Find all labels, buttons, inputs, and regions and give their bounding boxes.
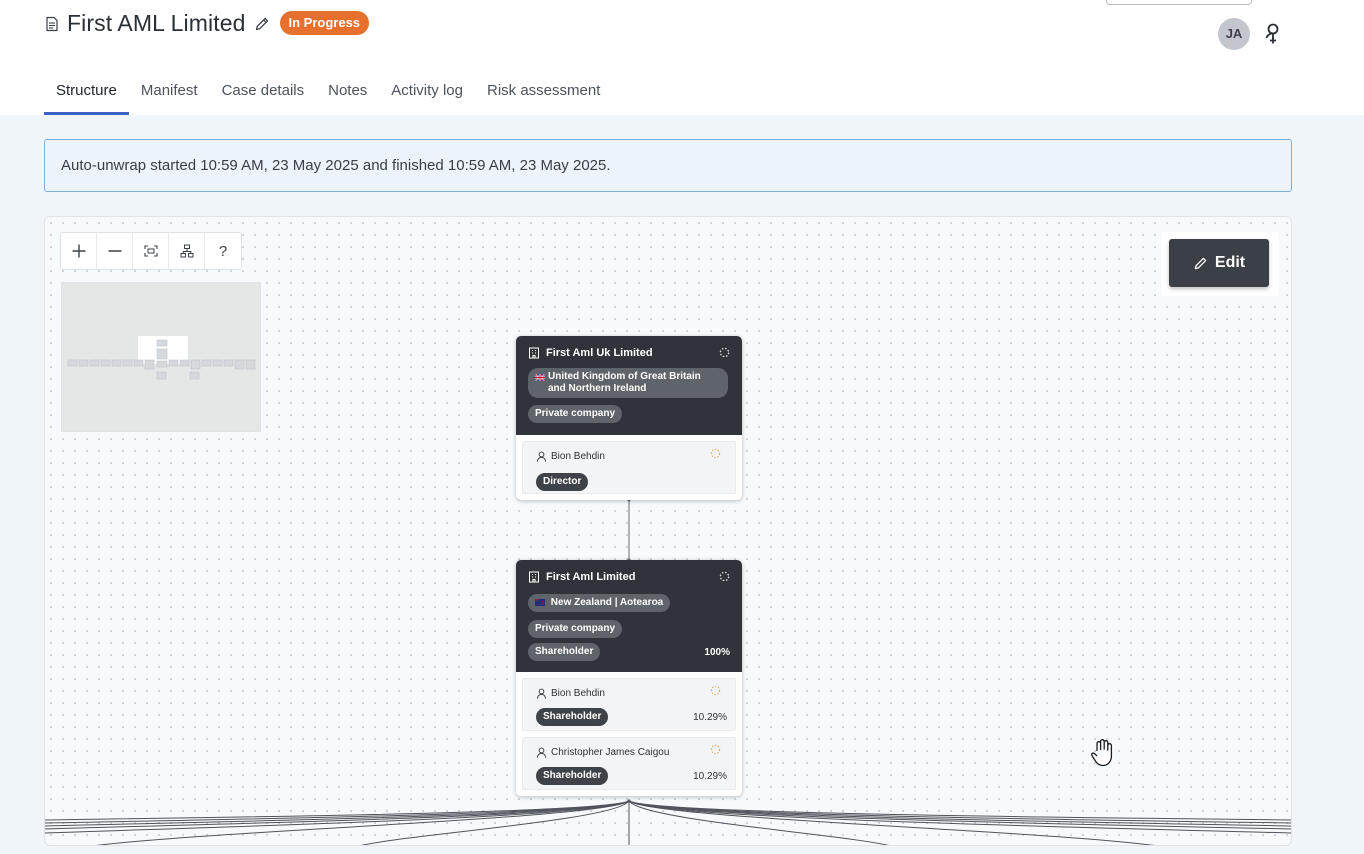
zoom-in-button[interactable] <box>61 233 97 269</box>
auto-layout-icon <box>180 244 193 258</box>
zoom-out-icon <box>108 250 121 252</box>
help-button[interactable]: ? <box>205 233 241 269</box>
person-name-row: Bion Behdin <box>536 686 727 701</box>
title-row: First AML Limited In Progress <box>44 8 370 38</box>
edit-button-wrapper: Edit <box>1161 232 1279 296</box>
type-row: Private company <box>528 403 730 423</box>
building-icon <box>529 571 539 582</box>
top-search-field[interactable] <box>1106 0 1252 5</box>
loading-spinner-icon <box>710 685 721 696</box>
country-row: United Kingdom of Great Britain and Nort… <box>528 368 730 398</box>
type-row: Private company <box>528 618 730 638</box>
avatar[interactable]: JA <box>1218 18 1250 50</box>
loading-spinner-icon <box>719 347 730 358</box>
edit-button[interactable]: Edit <box>1169 239 1269 287</box>
page-header: First AML Limited In Progress JA Structu… <box>0 0 1364 115</box>
auto-unwrap-banner: Auto-unwrap started 10:59 AM, 23 May 202… <box>44 139 1292 192</box>
help-icon: ? <box>218 242 228 260</box>
role-pill: Director <box>536 473 589 491</box>
role-pill: Shareholder <box>536 767 609 785</box>
pencil-icon[interactable] <box>254 16 270 32</box>
country-name: New Zealand | Aotearoa <box>550 597 664 608</box>
person-icon <box>536 451 547 462</box>
entity-title-row: First Aml Limited <box>528 568 730 585</box>
minimap-diagram <box>67 336 256 380</box>
tab-activity-log[interactable]: Activity log <box>379 70 475 115</box>
ownership-percentage: 10.29% <box>693 770 727 782</box>
ownership-percentage: 10.29% <box>693 711 727 723</box>
person-name: Bion Behdin <box>551 451 605 462</box>
building-icon <box>529 347 539 358</box>
status-badge: In Progress <box>279 11 370 35</box>
uk-flag-icon <box>535 374 545 381</box>
person-row[interactable]: Bion Behdin Director <box>522 441 736 494</box>
zoom-out-button[interactable] <box>97 233 133 269</box>
person-icon <box>536 688 547 699</box>
relation-percentage: 100% <box>704 646 730 658</box>
tab-structure[interactable]: Structure <box>44 70 129 115</box>
tab-risk-assessment[interactable]: Risk assessment <box>475 70 612 115</box>
entity-name: First Aml Limited <box>546 570 636 583</box>
minimap[interactable] <box>61 282 261 432</box>
person-name: Bion Behdin <box>551 688 605 699</box>
role-pill: Shareholder <box>536 708 609 726</box>
nz-flag-icon <box>535 599 545 606</box>
assign-user-icon[interactable] <box>1262 21 1284 47</box>
country-pill: New Zealand | Aotearoa <box>528 594 671 612</box>
person-row[interactable]: Christopher James Caigou Shareholder 10.… <box>522 737 736 790</box>
loading-spinner-icon <box>710 448 721 459</box>
person-name-row: Christopher James Caigou <box>536 745 727 760</box>
country-name: United Kingdom of Great Britain and Nort… <box>548 371 701 394</box>
fit-view-icon <box>143 245 158 257</box>
person-name: Christopher James Caigou <box>551 747 670 758</box>
pencil-icon <box>1194 257 1207 269</box>
structure-canvas[interactable]: ? Edit First Aml Uk Limited United Kingd… <box>44 216 1292 846</box>
zoom-in-icon <box>72 244 85 258</box>
person-name-row: Bion Behdin <box>536 449 727 464</box>
page-title: First AML Limited <box>67 9 246 36</box>
person-icon <box>536 747 547 758</box>
tab-bar: Structure Manifest Case details Notes Ac… <box>44 70 612 115</box>
fit-view-button[interactable] <box>133 233 169 269</box>
country-row: New Zealand | Aotearoa <box>528 592 730 612</box>
entity-card[interactable]: First Aml Uk Limited United Kingdom of G… <box>516 336 742 500</box>
document-icon <box>46 16 58 32</box>
entity-card[interactable]: First Aml Limited New Zealand | Aotearoa <box>516 560 742 796</box>
tab-case-details[interactable]: Case details <box>210 70 317 115</box>
company-type-pill: Private company <box>528 620 623 638</box>
entity-header: First Aml Uk Limited United Kingdom of G… <box>516 336 742 435</box>
relation-pill: Shareholder <box>528 643 601 661</box>
entity-name: First Aml Uk Limited <box>546 346 653 359</box>
tab-manifest[interactable]: Manifest <box>129 70 210 115</box>
relation-row: Shareholder 100% <box>528 643 730 661</box>
entity-title-row: First Aml Uk Limited <box>528 344 730 361</box>
entity-header: First Aml Limited New Zealand | Aotearoa <box>516 560 742 672</box>
person-row[interactable]: Bion Behdin Shareholder 10.29% <box>522 678 736 731</box>
zoom-controls: ? <box>60 232 242 270</box>
hand-cursor-icon <box>1091 739 1113 767</box>
loading-spinner-icon <box>719 571 730 582</box>
tab-notes[interactable]: Notes <box>316 70 379 115</box>
country-pill: United Kingdom of Great Britain and Nort… <box>528 368 728 398</box>
company-type-pill: Private company <box>528 405 623 423</box>
loading-spinner-icon <box>710 744 721 755</box>
auto-layout-button[interactable] <box>169 233 205 269</box>
edit-label: Edit <box>1214 254 1246 271</box>
